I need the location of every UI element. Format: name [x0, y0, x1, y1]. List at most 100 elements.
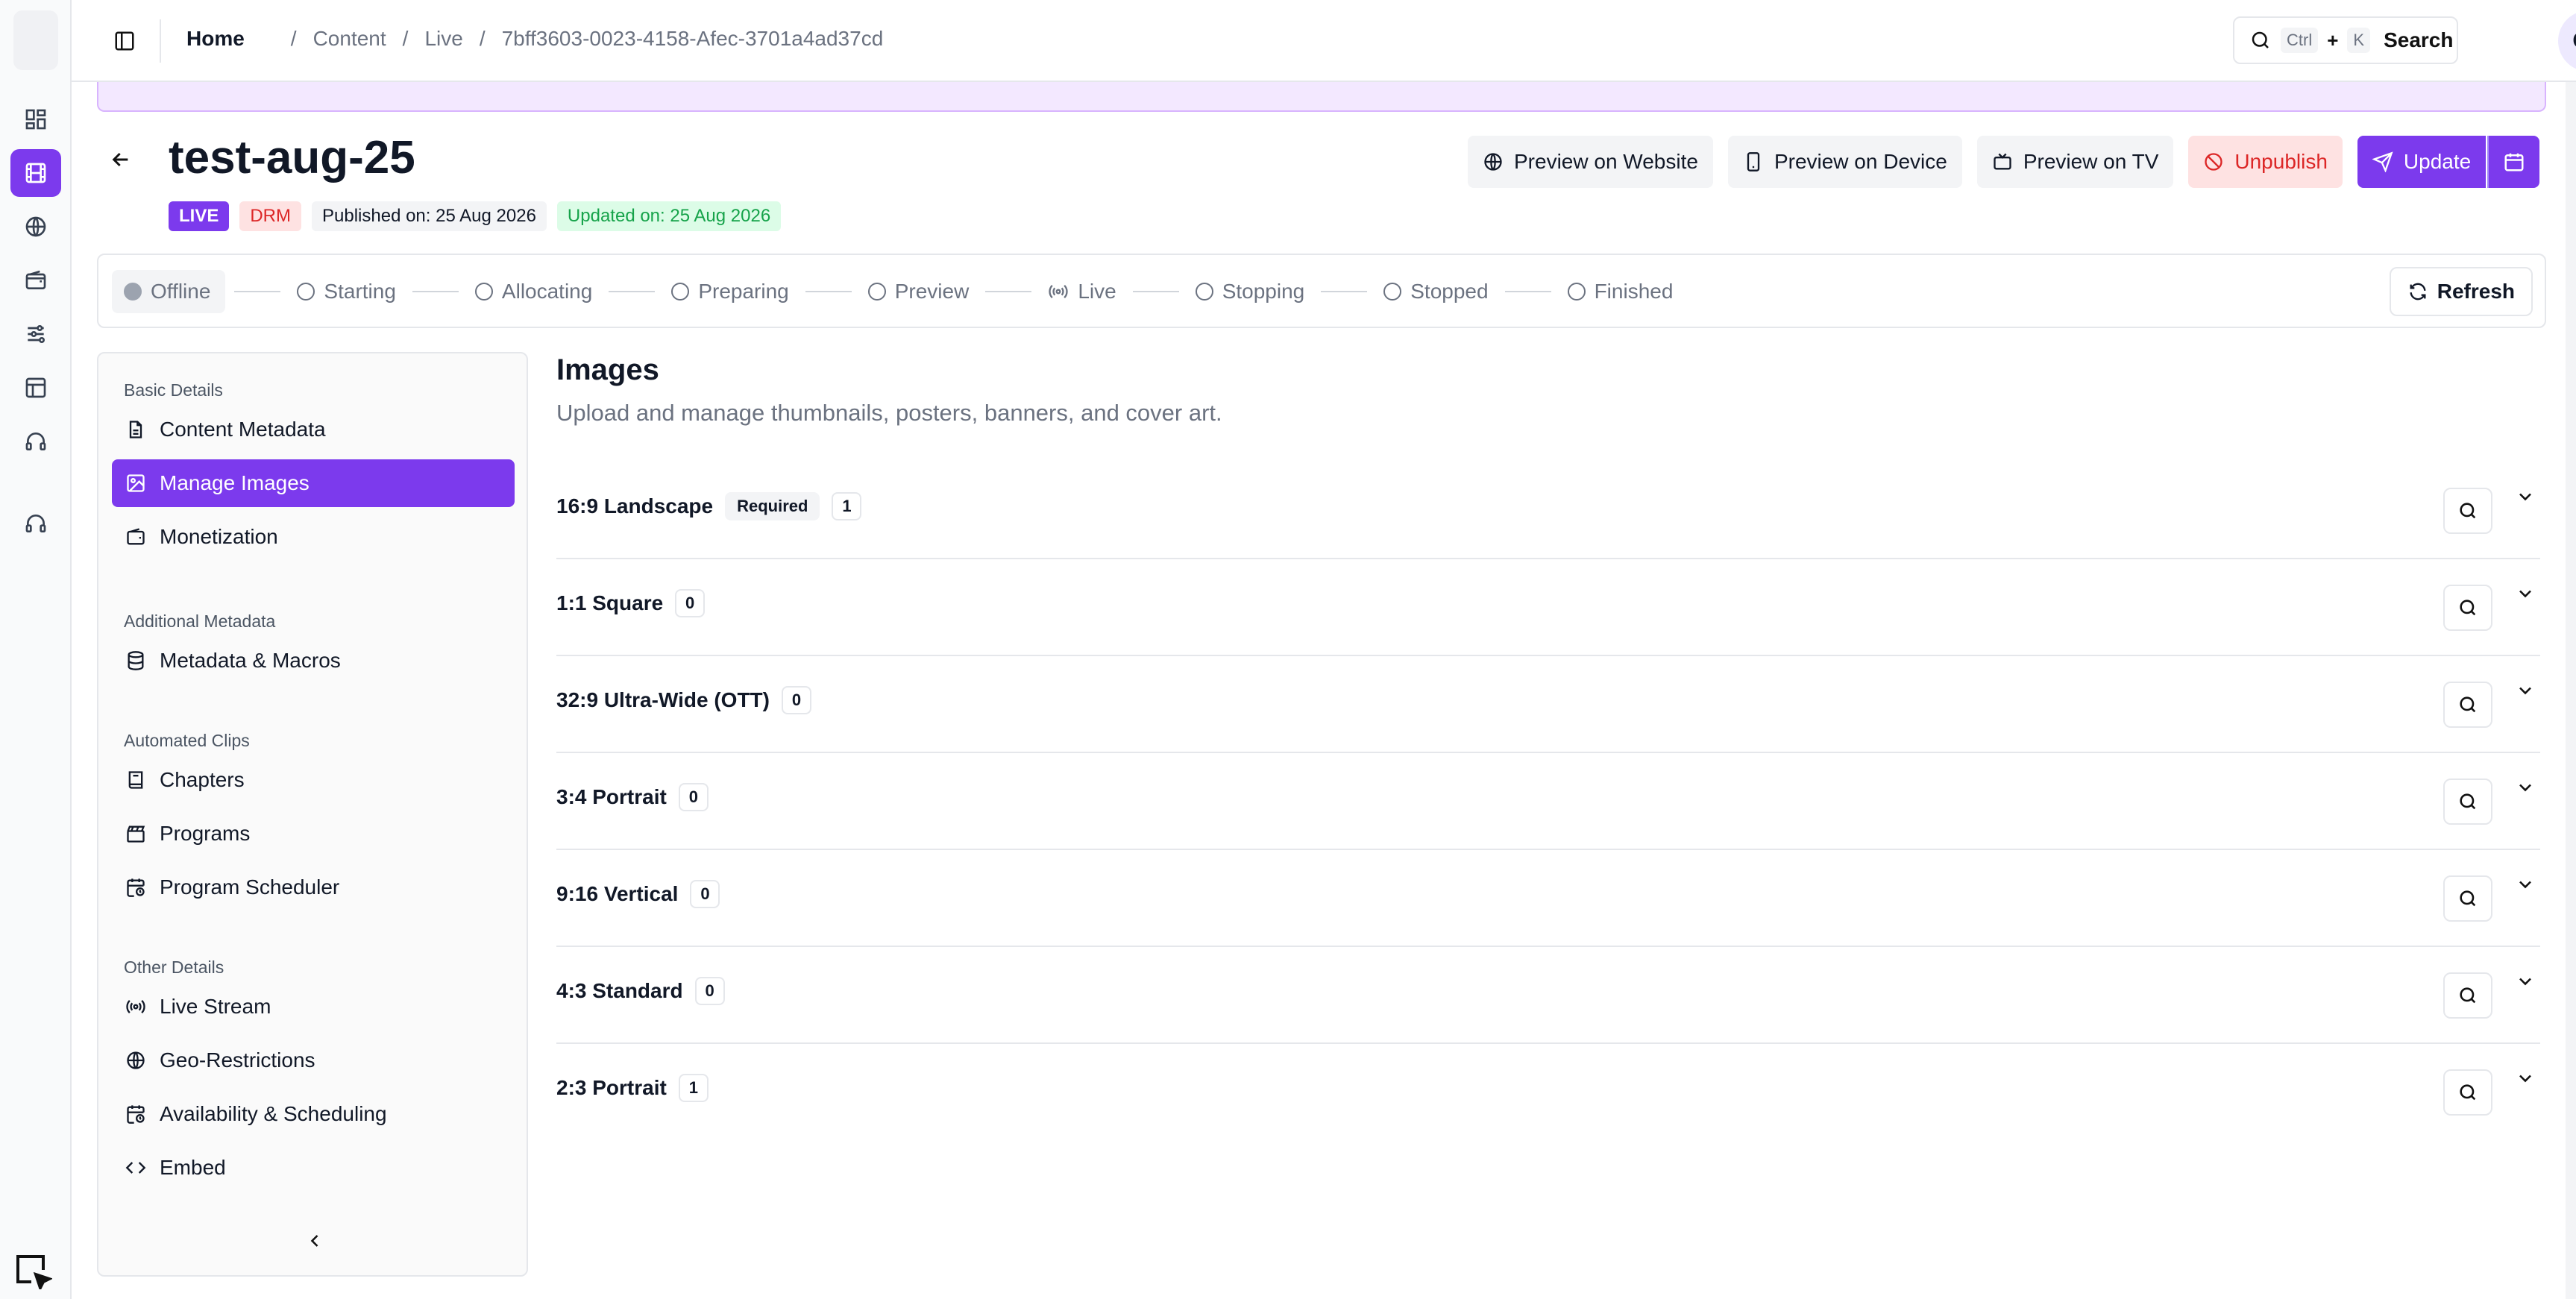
header-actions: Preview on Website Preview on Device Pre… — [1468, 136, 2540, 188]
search-button[interactable]: Ctrl + K Search — [2233, 16, 2458, 64]
image-count: 0 — [694, 977, 725, 1005]
image-count: 1 — [832, 492, 862, 520]
step-connector — [805, 291, 852, 292]
nav-item-live-stream[interactable]: Live Stream — [112, 983, 515, 1031]
wallet-icon[interactable] — [10, 257, 61, 304]
shortcut-ctrl: Ctrl — [2281, 28, 2319, 53]
select-cursor-icon[interactable] — [10, 1250, 55, 1292]
search-image-button[interactable] — [2443, 585, 2492, 631]
nav-item-manage-images[interactable]: Manage Images — [112, 459, 515, 507]
preview-tv-button[interactable]: Preview on TV — [1976, 136, 2174, 188]
code-icon — [125, 1162, 146, 1174]
breadcrumb-live[interactable]: Live — [424, 27, 462, 51]
nav-section-basic-details: Basic Details — [124, 380, 223, 400]
search-image-button[interactable] — [2443, 1069, 2492, 1116]
sliders-icon[interactable] — [10, 310, 61, 358]
nav-section-additional-metadata: Additional Metadata — [124, 611, 276, 631]
database-icon — [128, 651, 144, 670]
search-icon — [2460, 793, 2476, 810]
chevron-down-icon[interactable] — [2510, 1063, 2540, 1093]
section-subtitle: Upload and manage thumbnails, posters, b… — [556, 400, 1222, 426]
image-count: 1 — [678, 1074, 709, 1102]
refresh-button[interactable]: Refresh — [2389, 267, 2533, 316]
image-row-3-4-portrait[interactable]: 3:4 Portrait 0 — [556, 753, 2540, 850]
image-row-16-9-landscape[interactable]: 16:9 Landscape Required 1 — [556, 462, 2540, 559]
published-date-badge: Published on: 25 Aug 2026 — [312, 201, 547, 231]
support-headphones-icon[interactable] — [10, 500, 61, 547]
step-dot-icon — [297, 283, 315, 301]
image-row-1-1-square[interactable]: 1:1 Square 0 — [556, 559, 2540, 656]
app-logo[interactable] — [13, 10, 58, 70]
image-count: 0 — [690, 880, 720, 908]
dashboard-icon[interactable] — [10, 95, 61, 143]
nav-item-program-scheduler[interactable]: Program Scheduler — [112, 864, 515, 911]
page-title: test-aug-25 — [169, 132, 415, 183]
step-starting: Starting — [289, 270, 403, 313]
nav-item-monetization[interactable]: Monetization — [112, 513, 515, 561]
sidebar-toggle-icon[interactable] — [106, 24, 143, 58]
nav-item-content-metadata[interactable]: Content Metadata — [112, 406, 515, 453]
chevron-down-icon[interactable] — [2510, 482, 2540, 512]
unpublish-label: Unpublish — [2234, 150, 2328, 173]
breadcrumb: Home / Content / Live / 7bff3603-0023-41… — [186, 27, 883, 51]
top-bar: Home / Content / Live / 7bff3603-0023-41… — [72, 0, 2576, 82]
step-offline: Offline — [112, 270, 226, 313]
unpublish-button[interactable]: Unpublish — [2188, 136, 2343, 188]
calendar-icon — [2504, 153, 2524, 172]
search-image-button[interactable] — [2443, 875, 2492, 922]
breadcrumb-separator: / — [290, 27, 297, 50]
chevron-down-icon[interactable] — [2510, 773, 2540, 802]
content-film-icon[interactable] — [10, 149, 61, 197]
image-count: 0 — [782, 686, 811, 714]
step-finished: Finished — [1560, 270, 1681, 313]
image-row-32-9-ultra-wide[interactable]: 32:9 Ultra-Wide (OTT) 0 — [556, 656, 2540, 753]
live-badge: LIVE — [169, 201, 230, 231]
step-connector — [1504, 291, 1551, 292]
chevron-down-icon[interactable] — [2510, 579, 2540, 608]
row-label: 2:3 Portrait — [556, 1076, 667, 1099]
nav-item-label: Availability & Scheduling — [160, 1102, 387, 1125]
image-row-2-3-portrait[interactable]: 2:3 Portrait 1 — [556, 1044, 2540, 1141]
avatar[interactable]: GS — [2558, 10, 2576, 72]
search-image-button[interactable] — [2443, 682, 2492, 728]
layout-icon[interactable] — [10, 364, 61, 412]
search-image-button[interactable] — [2443, 488, 2492, 534]
search-icon — [2460, 1084, 2476, 1101]
schedule-calendar-button[interactable] — [2487, 136, 2540, 188]
breadcrumb-content[interactable]: Content — [313, 27, 386, 51]
step-dot-icon — [474, 283, 493, 301]
nav-item-embed[interactable]: Embed — [112, 1144, 515, 1192]
preview-device-button[interactable]: Preview on Device — [1727, 136, 1962, 188]
nav-item-geo-restrictions[interactable]: Geo-Restrictions — [112, 1037, 515, 1084]
search-image-button[interactable] — [2443, 779, 2492, 825]
nav-item-label: Monetization — [160, 525, 278, 548]
nav-item-availability-scheduling[interactable]: Availability & Scheduling — [112, 1090, 515, 1138]
preview-tv-label: Preview on TV — [2023, 150, 2159, 173]
nav-item-chapters[interactable]: Chapters — [112, 756, 515, 804]
nav-item-label: Geo-Restrictions — [160, 1048, 315, 1072]
chevron-down-icon[interactable] — [2510, 869, 2540, 899]
step-preparing: Preparing — [664, 270, 796, 313]
search-label: Search — [2384, 28, 2454, 51]
globe-icon[interactable] — [10, 203, 61, 251]
refresh-icon — [2410, 283, 2426, 301]
image-row-9-16-vertical[interactable]: 9:16 Vertical 0 — [556, 850, 2540, 947]
nav-item-metadata-macros[interactable]: Metadata & Macros — [112, 637, 515, 685]
preview-website-button[interactable]: Preview on Website — [1468, 136, 1713, 188]
chevron-down-icon[interactable] — [2510, 676, 2540, 705]
search-image-button[interactable] — [2443, 972, 2492, 1019]
back-arrow-icon[interactable] — [106, 145, 136, 174]
step-live: Live — [1040, 270, 1123, 313]
chevron-down-icon[interactable] — [2510, 966, 2540, 996]
wallet-icon — [127, 528, 145, 545]
step-dot-icon — [867, 283, 886, 301]
image-count: 0 — [675, 589, 706, 617]
ban-icon — [2205, 153, 2223, 171]
collapse-chevron-left-icon[interactable] — [300, 1226, 330, 1256]
nav-item-programs[interactable]: Programs — [112, 810, 515, 858]
breadcrumb-home[interactable]: Home — [186, 27, 245, 51]
page-scrollbar[interactable] — [2566, 82, 2576, 1299]
update-button[interactable]: Update — [2357, 136, 2487, 188]
headphones-icon[interactable] — [10, 418, 61, 465]
image-row-4-3-standard[interactable]: 4:3 Standard 0 — [556, 947, 2540, 1044]
